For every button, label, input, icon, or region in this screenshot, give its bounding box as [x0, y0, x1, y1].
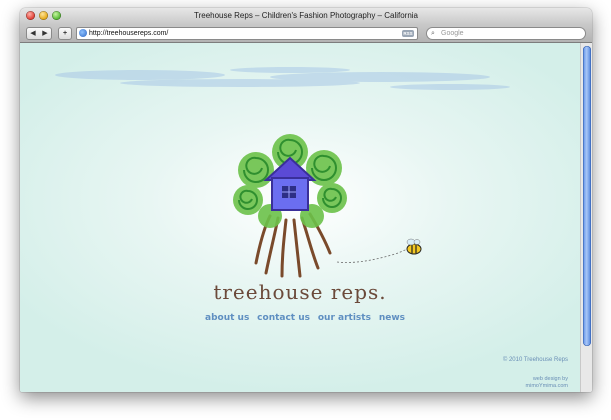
- bee-illustration: [336, 238, 422, 263]
- clouds-decoration: [55, 67, 510, 90]
- nav-news[interactable]: news: [379, 313, 405, 323]
- forward-button[interactable]: ▶: [39, 27, 52, 40]
- vertical-scrollbar[interactable]: [580, 43, 592, 392]
- rss-icon[interactable]: RSS: [402, 30, 414, 37]
- address-url: http://treehousereps.com/: [89, 30, 169, 37]
- browser-toolbar: ◀ ▶ + http://treehousereps.com/ RSS ⌕ Go…: [20, 24, 592, 43]
- nav-about-us[interactable]: about us: [205, 313, 249, 323]
- back-button[interactable]: ◀: [26, 27, 40, 40]
- globe-icon: [79, 29, 87, 37]
- page-content: treehouse reps. about us contact us our …: [20, 43, 580, 392]
- add-bookmark-button[interactable]: +: [58, 27, 72, 40]
- browser-window: Treehouse Reps – Children's Fashion Phot…: [20, 8, 592, 392]
- main-nav: about us contact us our artists news: [205, 313, 405, 323]
- close-window-button[interactable]: [26, 11, 35, 20]
- copyright-text: © 2010 Treehouse Reps: [502, 357, 568, 363]
- web-design-credit: web design by mimoYmima.com: [526, 376, 568, 390]
- site-wordmark[interactable]: treehouse reps.: [210, 280, 390, 304]
- zoom-window-button[interactable]: [52, 11, 61, 20]
- credit-link[interactable]: mimoYmima.com: [526, 383, 568, 390]
- search-icon: ⌕: [431, 30, 435, 37]
- search-field[interactable]: ⌕ Google: [426, 27, 586, 40]
- nav-contact-us[interactable]: contact us: [257, 313, 310, 323]
- title-bar: Treehouse Reps – Children's Fashion Phot…: [20, 8, 592, 24]
- address-bar[interactable]: http://treehousereps.com/ RSS: [76, 27, 418, 40]
- search-placeholder: Google: [441, 30, 464, 37]
- credit-line: web design by: [532, 376, 568, 382]
- minimize-window-button[interactable]: [39, 11, 48, 20]
- window-title: Treehouse Reps – Children's Fashion Phot…: [193, 11, 419, 20]
- nav-our-artists[interactable]: our artists: [318, 313, 371, 323]
- window-controls: [26, 11, 61, 20]
- scrollbar-thumb[interactable]: [583, 46, 591, 346]
